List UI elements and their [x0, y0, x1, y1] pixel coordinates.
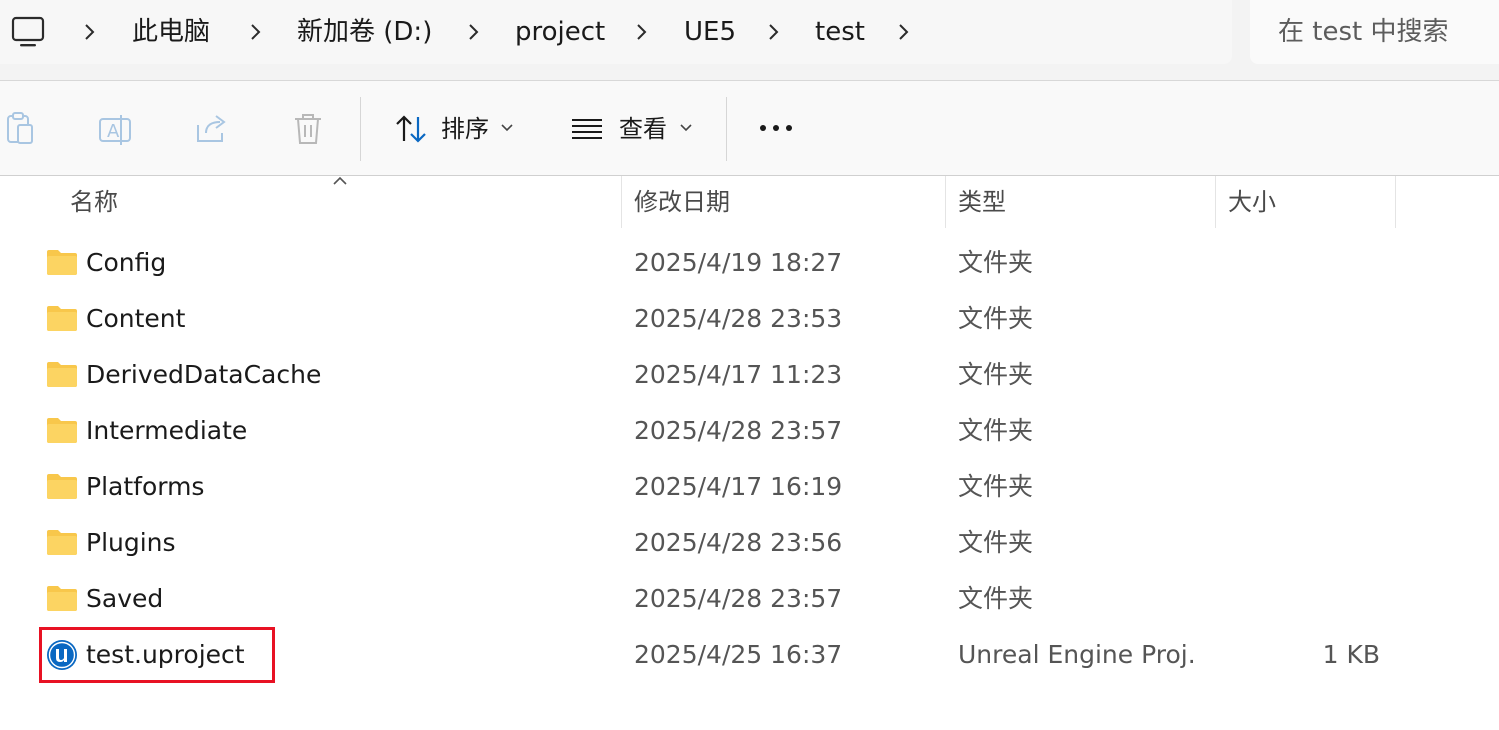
breadcrumb-project[interactable]: project [515, 14, 605, 50]
file-name: Intermediate [86, 416, 248, 445]
file-row-content[interactable]: Content 2025/4/28 23:53 文件夹 [0, 292, 1499, 348]
folder-icon [47, 530, 77, 555]
sort-icon [396, 115, 426, 143]
search-box[interactable] [1250, 0, 1499, 64]
file-date: 2025/4/17 16:19 [634, 472, 843, 501]
chevron-right-icon[interactable] [634, 18, 650, 46]
address-bar[interactable]: 此电脑 新加卷 (D:) project UE5 test [0, 0, 1232, 64]
file-date: 2025/4/28 23:56 [634, 528, 843, 557]
file-date: 2025/4/19 18:27 [634, 248, 843, 277]
paste-icon[interactable] [2, 111, 38, 147]
chevron-right-icon[interactable] [82, 18, 98, 46]
toolbar-divider [726, 97, 727, 161]
rename-icon[interactable]: A [98, 111, 134, 147]
chevron-right-icon[interactable] [766, 18, 782, 46]
column-header-type[interactable]: 类型 [946, 176, 1214, 228]
view-button[interactable]: 查看 [568, 103, 708, 155]
folder-icon [47, 418, 77, 443]
folder-icon [47, 586, 77, 611]
file-date: 2025/4/28 23:53 [634, 304, 843, 333]
more-dot [760, 125, 766, 131]
chevron-down-icon [501, 124, 513, 132]
folder-icon [47, 362, 77, 387]
file-row-deriveddatacache[interactable]: DerivedDataCache 2025/4/17 11:23 文件夹 [0, 348, 1499, 404]
sort-button[interactable]: 排序 [390, 103, 530, 155]
delete-icon[interactable] [290, 111, 326, 147]
file-name: test.uproject [86, 640, 245, 669]
file-type: 文件夹 [958, 304, 1034, 333]
more-options-button[interactable] [752, 117, 800, 141]
breadcrumb-ue5[interactable]: UE5 [684, 14, 736, 50]
file-type: 文件夹 [958, 248, 1034, 277]
address-bar-row: 此电脑 新加卷 (D:) project UE5 test [0, 0, 1499, 81]
file-name: Saved [86, 584, 164, 613]
file-date: 2025/4/17 11:23 [634, 360, 843, 389]
command-bar: A 排序 查看 [0, 81, 1499, 176]
file-type: 文件夹 [958, 528, 1034, 557]
file-type: 文件夹 [958, 360, 1034, 389]
view-label: 查看 [619, 115, 667, 143]
file-type: Unreal Engine Proj... [958, 640, 1194, 669]
file-name: Platforms [86, 472, 205, 501]
column-header-row: 名称 修改日期 类型 大小 [0, 176, 1499, 228]
file-name: Config [86, 248, 167, 277]
svg-text:A: A [107, 121, 120, 142]
view-list-icon [572, 119, 602, 139]
folder-icon [47, 306, 77, 331]
chevron-right-icon[interactable] [466, 18, 482, 46]
column-header-name[interactable]: 名称 [58, 176, 620, 228]
column-header-date[interactable]: 修改日期 [622, 176, 944, 228]
file-date: 2025/4/28 23:57 [634, 584, 843, 613]
share-icon[interactable] [194, 111, 230, 147]
file-date: 2025/4/25 16:37 [634, 640, 843, 669]
file-type: 文件夹 [958, 472, 1034, 501]
file-size: 1 KB [1322, 640, 1380, 669]
file-name: DerivedDataCache [86, 360, 322, 389]
folder-icon [47, 250, 77, 275]
file-type: 文件夹 [958, 584, 1034, 613]
file-date: 2025/4/28 23:57 [634, 416, 843, 445]
breadcrumb-drive-d[interactable]: 新加卷 (D:) [297, 14, 432, 50]
file-name: Plugins [86, 528, 176, 557]
more-dot [786, 125, 792, 131]
file-row-test-uproject[interactable]: test.uproject 2025/4/25 16:37 Unreal Eng… [0, 628, 1499, 684]
breadcrumb-this-pc[interactable]: 此电脑 [132, 14, 210, 50]
column-header-size[interactable]: 大小 [1216, 176, 1394, 228]
file-row-saved[interactable]: Saved 2025/4/28 23:57 文件夹 [0, 572, 1499, 628]
column-divider[interactable] [1395, 176, 1396, 228]
more-dot [773, 125, 779, 131]
sort-label: 排序 [441, 115, 489, 143]
breadcrumb-test[interactable]: test [815, 14, 865, 50]
file-name: Content [86, 304, 186, 333]
chevron-right-icon[interactable] [248, 18, 264, 46]
file-row-platforms[interactable]: Platforms 2025/4/17 16:19 文件夹 [0, 460, 1499, 516]
file-type: 文件夹 [958, 416, 1034, 445]
toolbar-divider [360, 97, 361, 161]
file-row-config[interactable]: Config 2025/4/19 18:27 文件夹 [0, 236, 1499, 292]
folder-icon [47, 474, 77, 499]
unreal-engine-icon [47, 640, 77, 670]
this-pc-icon[interactable] [10, 14, 46, 50]
chevron-down-icon [680, 124, 692, 132]
search-input[interactable] [1250, 0, 1499, 64]
file-row-plugins[interactable]: Plugins 2025/4/28 23:56 文件夹 [0, 516, 1499, 572]
file-row-intermediate[interactable]: Intermediate 2025/4/28 23:57 文件夹 [0, 404, 1499, 460]
chevron-right-icon[interactable] [896, 18, 912, 46]
